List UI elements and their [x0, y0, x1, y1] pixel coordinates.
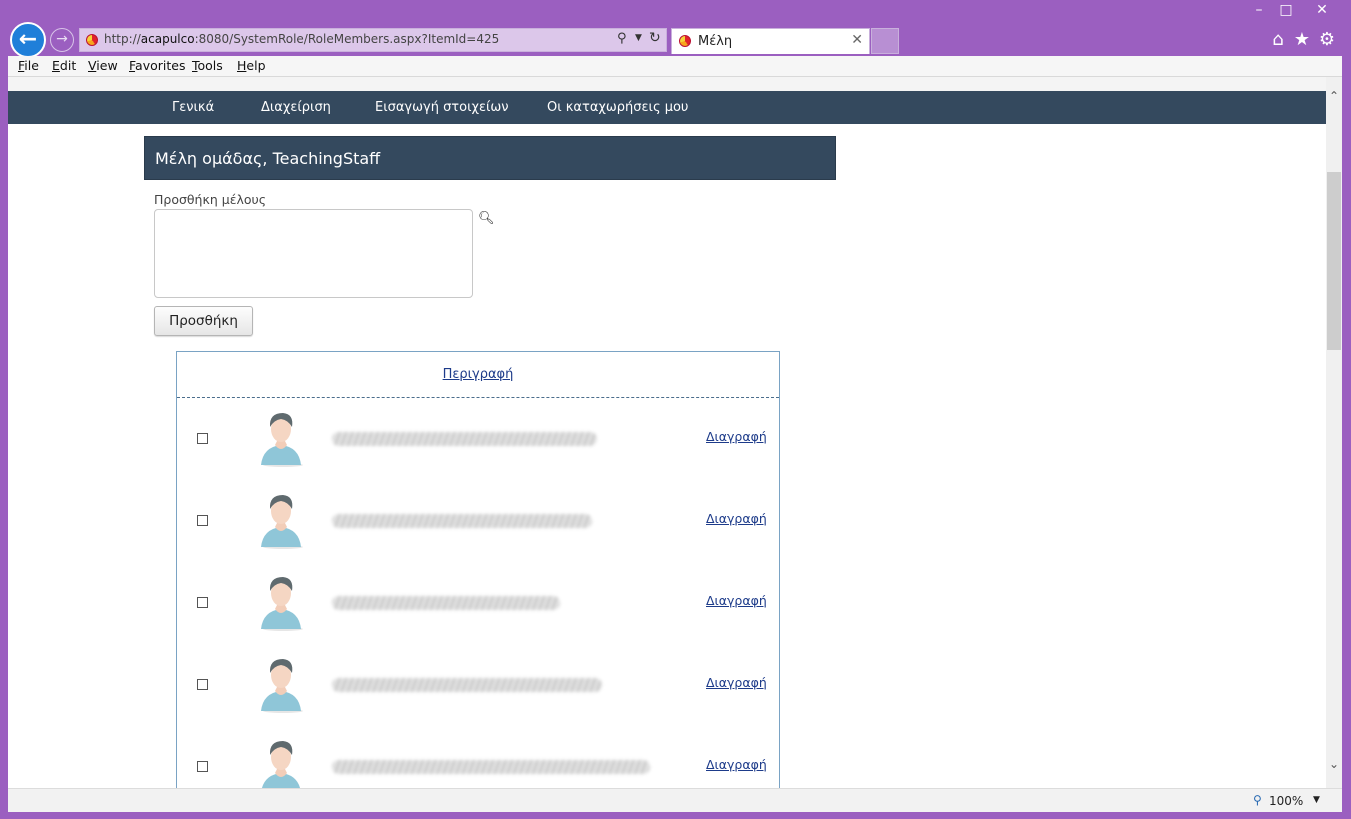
zoom-dropdown-icon[interactable]: ▼: [1313, 795, 1320, 805]
add-member-label: Προσθήκη μέλους: [154, 192, 267, 207]
add-member-input[interactable]: [154, 209, 473, 298]
new-tab-button[interactable]: [871, 28, 899, 54]
vertical-scrollbar[interactable]: ⌃ ⌄: [1326, 77, 1342, 788]
nav-item-data-entry[interactable]: Εισαγωγή στοιχείων: [375, 100, 509, 115]
site-navbar: Γενικά Διαχείριση Εισαγωγή στοιχείων Οι …: [8, 91, 1326, 124]
user-avatar-icon: [261, 577, 303, 631]
settings-gear-icon[interactable]: ⚙: [1316, 29, 1338, 50]
panel-header: Μέλη ομάδας, TeachingStaff: [144, 136, 836, 180]
scroll-down-icon[interactable]: ⌄: [1326, 757, 1342, 771]
menu-tools[interactable]: Tools: [192, 58, 223, 73]
nav-item-administration[interactable]: Διαχείριση: [261, 100, 331, 115]
toolbar-gap: [8, 77, 1342, 91]
description-column-header[interactable]: Περιγραφή: [177, 367, 779, 382]
refresh-icon[interactable]: ↻: [649, 30, 661, 46]
user-avatar-icon: [261, 659, 303, 713]
address-url[interactable]: http://acapulco:8080/SystemRole/RoleMemb…: [104, 32, 499, 46]
browser-tab[interactable]: Μέλη ✕: [671, 28, 870, 54]
page-viewport: Γενικά Διαχείριση Εισαγωγή στοιχείων Οι …: [8, 91, 1326, 788]
member-name-redacted: [332, 514, 592, 528]
browser-chrome: – □ ✕ ← → http://acapulco:8080/SystemRol…: [0, 0, 1351, 58]
forward-button[interactable]: →: [50, 28, 74, 52]
menu-bar: File Edit View Favorites Tools Help: [8, 56, 1342, 77]
scroll-up-icon[interactable]: ⌃: [1326, 89, 1342, 103]
page-title: Μέλη ομάδας, TeachingStaff: [155, 149, 381, 168]
row-checkbox[interactable]: [197, 515, 208, 526]
address-bar[interactable]: http://acapulco:8080/SystemRole/RoleMemb…: [79, 28, 667, 52]
user-avatar-icon: [262, 741, 300, 788]
search-icon[interactable]: ⚲: [617, 31, 627, 46]
tab-close-icon[interactable]: ✕: [851, 32, 863, 48]
home-icon[interactable]: ⌂: [1267, 29, 1289, 50]
user-avatar-icon: [261, 495, 303, 549]
menu-edit[interactable]: Edit: [52, 58, 76, 73]
maximize-icon[interactable]: □: [1271, 2, 1301, 18]
minimize-icon[interactable]: –: [1244, 2, 1274, 18]
row-checkbox[interactable]: [197, 761, 208, 772]
row-checkbox[interactable]: [197, 597, 208, 608]
delete-link[interactable]: Διαγραφή: [706, 511, 767, 526]
site-favicon-icon: [86, 34, 98, 46]
table-row: Διαγραφή: [177, 644, 779, 726]
table-row: Διαγραφή: [177, 562, 779, 644]
zoom-level[interactable]: 100%: [1269, 794, 1303, 808]
zoom-icon[interactable]: ⚲: [1253, 793, 1262, 807]
member-name-redacted: [332, 432, 597, 446]
delete-link[interactable]: Διαγραφή: [706, 675, 767, 690]
status-bar: ⚲ 100% ▼: [8, 788, 1342, 812]
user-avatar-icon: [261, 413, 303, 467]
row-checkbox[interactable]: [197, 433, 208, 444]
member-name-redacted: [332, 596, 560, 610]
menu-view[interactable]: View: [88, 58, 118, 73]
member-name-redacted: [332, 760, 650, 774]
delete-link[interactable]: Διαγραφή: [706, 593, 767, 608]
nav-item-general[interactable]: Γενικά: [172, 100, 214, 115]
table-row: Διαγραφή: [177, 398, 779, 480]
row-checkbox[interactable]: [197, 679, 208, 690]
delete-link[interactable]: Διαγραφή: [706, 429, 767, 444]
favorites-star-icon[interactable]: ★: [1291, 29, 1313, 50]
lookup-search-icon[interactable]: 🔍︎: [478, 211, 495, 226]
dropdown-arrow-icon[interactable]: ▼: [635, 33, 642, 43]
table-header: Περιγραφή: [177, 352, 779, 398]
menu-help[interactable]: Help: [237, 58, 266, 73]
delete-link[interactable]: Διαγραφή: [706, 757, 767, 772]
scrollbar-thumb[interactable]: [1327, 172, 1341, 350]
members-table: Περιγραφή Διαγραφή Διαγραφή Διαγραφή Δια…: [176, 351, 780, 788]
tab-favicon-icon: [679, 35, 691, 47]
menu-file[interactable]: File: [18, 58, 39, 73]
tab-title: Μέλη: [698, 34, 733, 49]
add-member-button[interactable]: Προσθήκη: [154, 306, 253, 336]
back-button[interactable]: ←: [10, 22, 46, 58]
close-window-icon[interactable]: ✕: [1307, 2, 1337, 18]
member-name-redacted: [332, 678, 602, 692]
table-row: Διαγραφή: [177, 480, 779, 562]
table-row: Διαγραφή: [177, 726, 779, 788]
nav-item-my-entries[interactable]: Οι καταχωρήσεις μου: [547, 100, 688, 115]
menu-favorites[interactable]: Favorites: [129, 58, 185, 73]
